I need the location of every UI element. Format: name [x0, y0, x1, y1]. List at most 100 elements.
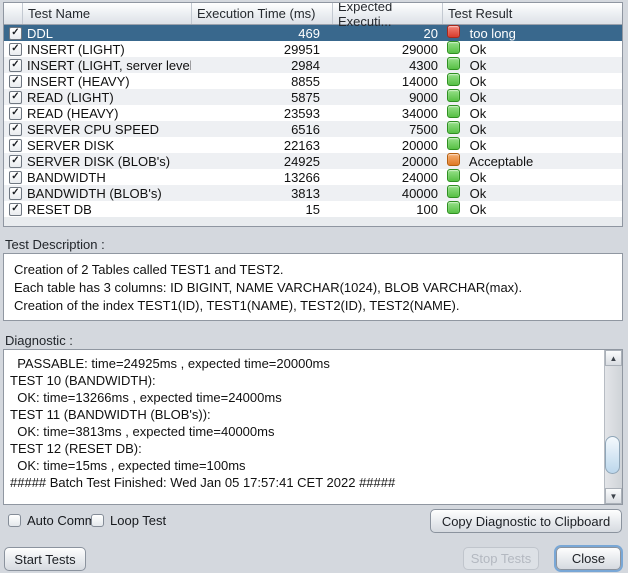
- checkbox-checked-icon[interactable]: ✓: [9, 59, 22, 72]
- expected-time-cell[interactable]: 14000: [332, 74, 442, 89]
- start-tests-button[interactable]: Start Tests: [4, 547, 86, 571]
- row-checkbox-cell[interactable]: ✓: [4, 43, 22, 56]
- test-result-cell[interactable]: Acceptable: [442, 153, 622, 169]
- expected-time-cell[interactable]: 34000: [332, 106, 442, 121]
- checkbox-checked-icon[interactable]: ✓: [9, 27, 22, 40]
- table-row[interactable]: ✓ INSERT (HEAVY) 8855 14000 Ok: [4, 73, 622, 89]
- table-row[interactable]: ✓ RESET DB 15 100 Ok: [4, 201, 622, 217]
- table-row[interactable]: ✓ SERVER DISK (BLOB's) 24925 20000 Accep…: [4, 153, 622, 169]
- checkbox-checked-icon[interactable]: ✓: [9, 139, 22, 152]
- diagnostic-textarea[interactable]: PASSABLE: time=24925ms , expected time=2…: [4, 350, 604, 504]
- expected-time-cell[interactable]: 24000: [332, 170, 442, 185]
- test-result-cell[interactable]: Ok: [442, 121, 622, 137]
- test-name-cell[interactable]: DDL: [22, 26, 191, 41]
- test-result-cell[interactable]: Ok: [442, 185, 622, 201]
- checkbox-checked-icon[interactable]: ✓: [9, 203, 22, 216]
- expected-time-cell[interactable]: 4300: [332, 58, 442, 73]
- scroll-up-button[interactable]: ▲: [605, 350, 622, 366]
- execution-time-cell[interactable]: 29951: [191, 42, 332, 57]
- execution-time-cell[interactable]: 8855: [191, 74, 332, 89]
- row-checkbox-cell[interactable]: ✓: [4, 203, 22, 216]
- scroll-down-button[interactable]: ▼: [605, 488, 622, 504]
- execution-time-cell[interactable]: 2984: [191, 58, 332, 73]
- execution-time-cell[interactable]: 24925: [191, 154, 332, 169]
- execution-time-cell[interactable]: 23593: [191, 106, 332, 121]
- checkbox-checked-icon[interactable]: ✓: [9, 171, 22, 184]
- scrollbar-track[interactable]: [605, 366, 622, 488]
- column-header-checkbox[interactable]: [4, 3, 22, 24]
- expected-time-cell[interactable]: 40000: [332, 186, 442, 201]
- table-row[interactable]: ✓ READ (HEAVY) 23593 34000 Ok: [4, 105, 622, 121]
- auto-commit-checkbox[interactable]: [8, 514, 21, 527]
- test-result-cell[interactable]: Ok: [442, 73, 622, 89]
- row-checkbox-cell[interactable]: ✓: [4, 187, 22, 200]
- test-name-cell[interactable]: INSERT (LIGHT): [22, 42, 191, 57]
- expected-time-cell[interactable]: 7500: [332, 122, 442, 137]
- table-row[interactable]: ✓ BANDWIDTH (BLOB's) 3813 40000 Ok: [4, 185, 622, 201]
- close-button[interactable]: Close: [556, 547, 621, 570]
- column-header-test-result[interactable]: Test Result: [442, 3, 622, 24]
- table-row[interactable]: ✓ SERVER DISK 22163 20000 Ok: [4, 137, 622, 153]
- table-row[interactable]: ✓ INSERT (LIGHT) 29951 29000 Ok: [4, 41, 622, 57]
- test-name-cell[interactable]: RESET DB: [22, 202, 191, 217]
- table-row[interactable]: ✓ SERVER CPU SPEED 6516 7500 Ok: [4, 121, 622, 137]
- execution-time-cell[interactable]: 5875: [191, 90, 332, 105]
- loop-test-checkbox[interactable]: [91, 514, 104, 527]
- expected-time-cell[interactable]: 29000: [332, 42, 442, 57]
- checkbox-checked-icon[interactable]: ✓: [9, 75, 22, 88]
- checkbox-checked-icon[interactable]: ✓: [9, 107, 22, 120]
- test-name-cell[interactable]: SERVER DISK (BLOB's): [22, 154, 191, 169]
- row-checkbox-cell[interactable]: ✓: [4, 75, 22, 88]
- execution-time-cell[interactable]: 6516: [191, 122, 332, 137]
- test-result-cell[interactable]: Ok: [442, 41, 622, 57]
- checkbox-checked-icon[interactable]: ✓: [9, 187, 22, 200]
- test-name-cell[interactable]: READ (LIGHT): [22, 90, 191, 105]
- row-checkbox-cell[interactable]: ✓: [4, 123, 22, 136]
- table-row[interactable]: ✓ BANDWIDTH 13266 24000 Ok: [4, 169, 622, 185]
- test-name-cell[interactable]: BANDWIDTH: [22, 170, 191, 185]
- row-checkbox-cell[interactable]: ✓: [4, 107, 22, 120]
- stop-tests-button[interactable]: Stop Tests: [463, 547, 539, 570]
- diagnostic-scrollbar[interactable]: ▲ ▼: [604, 350, 622, 504]
- row-checkbox-cell[interactable]: ✓: [4, 139, 22, 152]
- table-row[interactable]: ✓ READ (LIGHT) 5875 9000 Ok: [4, 89, 622, 105]
- test-result-cell[interactable]: Ok: [442, 201, 622, 217]
- test-name-cell[interactable]: SERVER DISK: [22, 138, 191, 153]
- column-header-execution-time[interactable]: Execution Time (ms): [191, 3, 332, 24]
- expected-time-cell[interactable]: 20000: [332, 138, 442, 153]
- execution-time-cell[interactable]: 3813: [191, 186, 332, 201]
- test-name-cell[interactable]: SERVER CPU SPEED: [22, 122, 191, 137]
- expected-time-cell[interactable]: 9000: [332, 90, 442, 105]
- row-checkbox-cell[interactable]: ✓: [4, 59, 22, 72]
- table-row[interactable]: ✓ DDL 469 20 too long: [4, 25, 622, 41]
- row-checkbox-cell[interactable]: ✓: [4, 27, 22, 40]
- test-result-cell[interactable]: Ok: [442, 169, 622, 185]
- execution-time-cell[interactable]: 22163: [191, 138, 332, 153]
- column-header-expected-execution[interactable]: Expected Executi...: [332, 3, 442, 24]
- test-result-cell[interactable]: Ok: [442, 89, 622, 105]
- test-name-cell[interactable]: BANDWIDTH (BLOB's): [22, 186, 191, 201]
- scrollbar-thumb[interactable]: [605, 436, 620, 474]
- test-name-cell[interactable]: READ (HEAVY): [22, 106, 191, 121]
- table-row[interactable]: ✓ INSERT (LIGHT, server level) 2984 4300…: [4, 57, 622, 73]
- test-result-cell[interactable]: too long: [442, 25, 622, 41]
- test-result-cell[interactable]: Ok: [442, 137, 622, 153]
- checkbox-checked-icon[interactable]: ✓: [9, 155, 22, 168]
- execution-time-cell[interactable]: 13266: [191, 170, 332, 185]
- expected-time-cell[interactable]: 20000: [332, 154, 442, 169]
- copy-diagnostic-button[interactable]: Copy Diagnostic to Clipboard: [430, 509, 622, 533]
- execution-time-cell[interactable]: 469: [191, 26, 332, 41]
- row-checkbox-cell[interactable]: ✓: [4, 91, 22, 104]
- test-result-cell[interactable]: Ok: [442, 105, 622, 121]
- column-header-test-name[interactable]: Test Name: [22, 3, 191, 24]
- checkbox-checked-icon[interactable]: ✓: [9, 123, 22, 136]
- expected-time-cell[interactable]: 100: [332, 202, 442, 217]
- test-name-cell[interactable]: INSERT (HEAVY): [22, 74, 191, 89]
- test-name-cell[interactable]: INSERT (LIGHT, server level): [22, 58, 191, 73]
- execution-time-cell[interactable]: 15: [191, 202, 332, 217]
- checkbox-checked-icon[interactable]: ✓: [9, 43, 22, 56]
- checkbox-checked-icon[interactable]: ✓: [9, 91, 22, 104]
- test-result-cell[interactable]: Ok: [442, 57, 622, 73]
- row-checkbox-cell[interactable]: ✓: [4, 171, 22, 184]
- row-checkbox-cell[interactable]: ✓: [4, 155, 22, 168]
